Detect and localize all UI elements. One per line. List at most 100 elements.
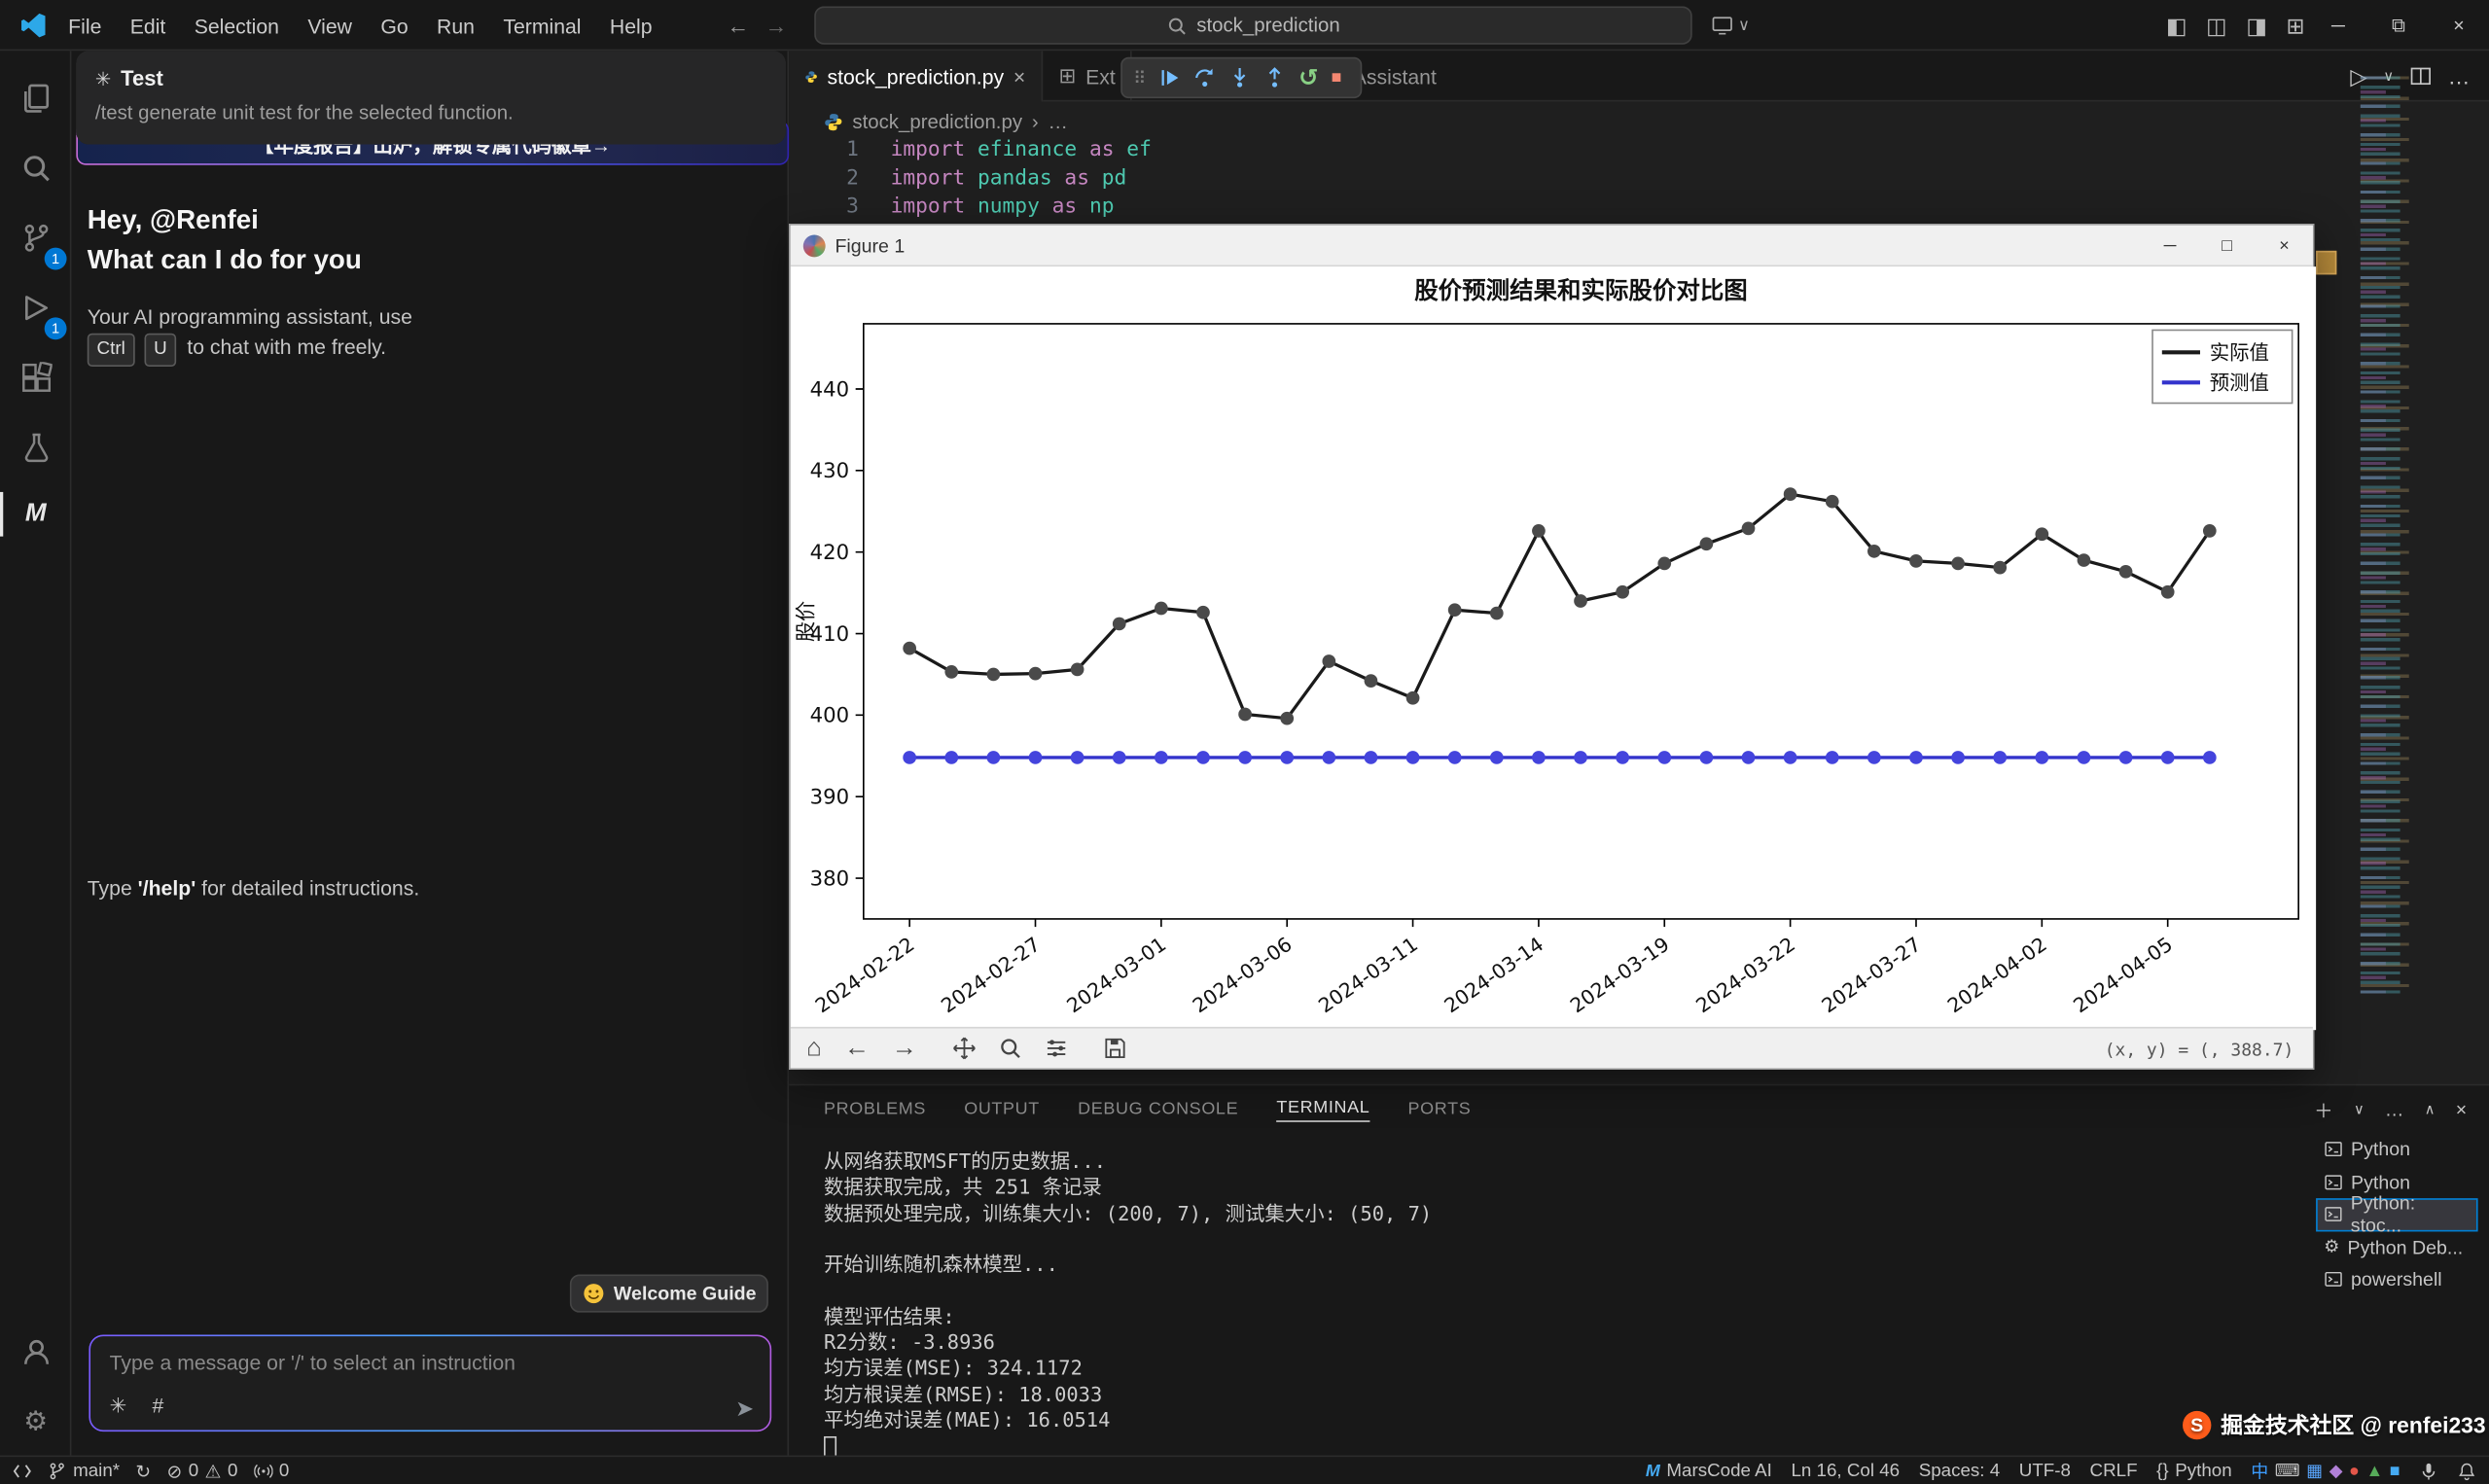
home-icon[interactable]: ⌂ bbox=[806, 1034, 822, 1062]
menu-item[interactable]: Run bbox=[422, 14, 488, 37]
menu-item[interactable]: Edit bbox=[116, 14, 180, 37]
tab-terminal[interactable]: TERMINAL bbox=[1276, 1098, 1369, 1121]
menu-item[interactable]: Help bbox=[595, 14, 666, 37]
extension-status-icon[interactable]: 中 bbox=[2251, 1458, 2268, 1483]
step-into-icon[interactable] bbox=[1228, 67, 1251, 89]
sidebar-item-explorer[interactable] bbox=[0, 67, 71, 130]
terminal-session-debug[interactable]: ⚙Python Deb... bbox=[2316, 1231, 2477, 1263]
figure-titlebar[interactable]: Figure 1 ─ □ × bbox=[791, 226, 2313, 266]
customize-layout-icon[interactable]: ⊞ bbox=[2287, 12, 2305, 39]
extension-status-icon[interactable]: ■ bbox=[2390, 1461, 2400, 1480]
sidebar-item-marscode[interactable]: M bbox=[0, 482, 71, 546]
marscode-status-item[interactable]: MMarsCode AI bbox=[1646, 1461, 1772, 1480]
more-icon[interactable]: … bbox=[2448, 63, 2471, 88]
forward-icon[interactable]: → bbox=[892, 1034, 917, 1062]
extension-status-icon[interactable]: ▲ bbox=[2365, 1461, 2383, 1480]
restart-icon[interactable]: ↺ bbox=[1298, 63, 1319, 91]
tab-debug-console[interactable]: DEBUG CONSOLE bbox=[1078, 1100, 1238, 1119]
tab-ports[interactable]: PORTS bbox=[1408, 1100, 1472, 1119]
send-icon[interactable]: ➤ bbox=[735, 1396, 754, 1423]
close-button[interactable]: × bbox=[2256, 226, 2313, 266]
settings-gear-button[interactable]: ⚙ bbox=[0, 1391, 71, 1454]
back-icon[interactable]: ← bbox=[844, 1034, 870, 1062]
sidebar-item-run-debug[interactable]: 1 bbox=[0, 276, 71, 339]
maximize-panel-icon[interactable]: ∧ bbox=[2425, 1101, 2436, 1118]
terminal-line: 模型评估结果: bbox=[824, 1304, 1432, 1330]
minimize-button[interactable]: ─ bbox=[2308, 0, 2368, 51]
language-mode-item[interactable]: {}Python bbox=[2156, 1461, 2232, 1480]
close-button[interactable]: × bbox=[2429, 0, 2489, 51]
menu-item[interactable]: Selection bbox=[180, 14, 294, 37]
grip-icon[interactable]: ⠿ bbox=[1133, 67, 1146, 88]
extension-status-icon[interactable]: ◆ bbox=[2329, 1460, 2343, 1480]
remote-icon[interactable] bbox=[13, 1461, 32, 1480]
back-icon[interactable]: ← bbox=[727, 13, 749, 38]
toggle-sidebar-icon[interactable]: ◧ bbox=[2166, 12, 2187, 39]
figure-window-controls: ─ □ × bbox=[2142, 226, 2313, 266]
sparkle-icon[interactable]: ✳ bbox=[110, 1394, 127, 1419]
tab-extension[interactable]: ⊞ Ext bbox=[1043, 51, 1131, 101]
maximize-button[interactable]: □ bbox=[2198, 226, 2256, 266]
suggestion-card[interactable]: ✳Test /test generate unit test for the s… bbox=[76, 51, 786, 144]
svg-text:2024-03-11: 2024-03-11 bbox=[1314, 933, 1422, 1018]
problems-item[interactable]: ⊘0 ⚠0 bbox=[166, 1460, 237, 1482]
sidebar-item-source-control[interactable]: 1 bbox=[0, 206, 71, 269]
bell-icon[interactable] bbox=[2457, 1461, 2476, 1480]
eol-item[interactable]: CRLF bbox=[2090, 1461, 2138, 1480]
stop-icon[interactable]: ■ bbox=[1332, 68, 1342, 88]
indentation-item[interactable]: Spaces: 4 bbox=[1919, 1461, 2000, 1480]
encoding-item[interactable]: UTF-8 bbox=[2019, 1461, 2071, 1480]
configure-subplots-icon[interactable] bbox=[1044, 1037, 1067, 1060]
terminal-session[interactable]: Python bbox=[2316, 1133, 2477, 1165]
minimize-button[interactable]: ─ bbox=[2142, 226, 2199, 266]
sidebar-item-testing[interactable] bbox=[0, 416, 71, 479]
extension-status-icon[interactable]: ▦ bbox=[2306, 1460, 2323, 1480]
close-panel-icon[interactable]: × bbox=[2456, 1098, 2467, 1120]
remote-explorer-button[interactable]: ∨ bbox=[1711, 0, 1750, 51]
restore-button[interactable]: ⧉ bbox=[2368, 0, 2429, 51]
welcome-guide-button[interactable]: Welcome Guide bbox=[570, 1275, 768, 1313]
forward-icon[interactable]: → bbox=[765, 13, 788, 38]
tab-problems[interactable]: PROBLEMS bbox=[824, 1100, 926, 1119]
minimap[interactable] bbox=[2361, 76, 2418, 997]
extension-status-icon[interactable]: ● bbox=[2349, 1461, 2360, 1480]
tab-stock-prediction[interactable]: stock_prediction.py × bbox=[789, 51, 1043, 101]
extension-status-icon[interactable]: ⌨ bbox=[2275, 1460, 2300, 1480]
zoom-icon[interactable] bbox=[998, 1037, 1021, 1060]
breadcrumb[interactable]: stock_prediction.py › … bbox=[824, 111, 1068, 133]
new-terminal-icon[interactable]: ＋ bbox=[2314, 1096, 2333, 1123]
terminal-session[interactable]: powershell bbox=[2316, 1263, 2477, 1295]
menu-item[interactable]: File bbox=[53, 14, 116, 37]
toggle-secondary-sidebar-icon[interactable]: ◨ bbox=[2246, 12, 2267, 39]
save-icon[interactable] bbox=[1103, 1037, 1126, 1060]
cursor-position-item[interactable]: Ln 16, Col 46 bbox=[1791, 1461, 1900, 1480]
continue-icon[interactable] bbox=[1158, 67, 1181, 89]
chat-input-container: Type a message or '/' to select an instr… bbox=[89, 1335, 771, 1432]
menu-item[interactable]: Go bbox=[367, 14, 423, 37]
menu-item[interactable]: View bbox=[294, 14, 367, 37]
chevron-down-icon[interactable]: ∨ bbox=[2354, 1101, 2365, 1118]
ports-item[interactable]: 0 bbox=[254, 1461, 290, 1480]
hash-icon[interactable]: # bbox=[153, 1394, 164, 1419]
chat-input[interactable]: Type a message or '/' to select an instr… bbox=[90, 1336, 770, 1430]
more-icon[interactable]: … bbox=[2385, 1098, 2404, 1120]
svg-text:400: 400 bbox=[810, 704, 849, 728]
matplotlib-figure-window[interactable]: Figure 1 ─ □ × 股价预测结果和实际股价对比图38039040041… bbox=[789, 224, 2314, 1070]
accounts-button[interactable] bbox=[0, 1321, 71, 1384]
step-out-icon[interactable] bbox=[1263, 67, 1286, 89]
sidebar-item-search[interactable] bbox=[0, 136, 71, 199]
terminal-session-selected[interactable]: Python: stoc... bbox=[2316, 1198, 2477, 1230]
menu-item[interactable]: Terminal bbox=[489, 14, 596, 37]
chart-canvas[interactable]: 股价预测结果和实际股价对比图3803904004104204304402024-… bbox=[791, 266, 2316, 1030]
git-branch-item[interactable]: main* bbox=[48, 1461, 120, 1480]
sync-icon[interactable]: ↻ bbox=[135, 1460, 151, 1482]
command-center-search[interactable]: stock_prediction bbox=[814, 7, 1692, 45]
close-icon[interactable]: × bbox=[1013, 64, 1025, 88]
toggle-panel-icon[interactable]: ◫ bbox=[2206, 12, 2227, 39]
step-over-icon[interactable] bbox=[1193, 67, 1216, 89]
tab-output[interactable]: OUTPUT bbox=[964, 1100, 1040, 1119]
search-value: stock_prediction bbox=[1196, 15, 1339, 37]
sidebar-item-extensions[interactable] bbox=[0, 346, 71, 409]
pan-icon[interactable] bbox=[952, 1037, 976, 1060]
mic-icon[interactable] bbox=[2419, 1461, 2438, 1480]
